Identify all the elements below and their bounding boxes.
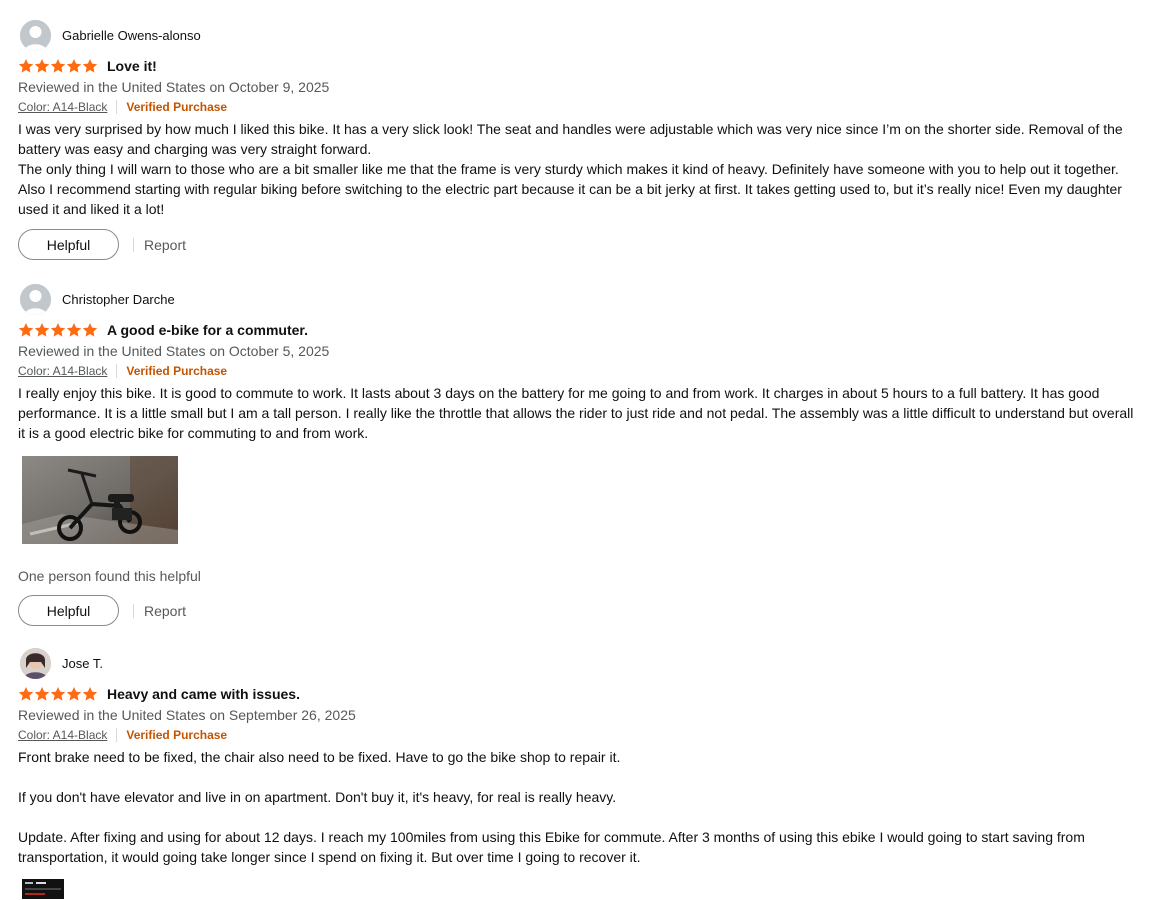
star-filled-icon (34, 323, 50, 337)
review-paragraph: I really enjoy this bike. It is good to … (18, 385, 1134, 441)
star-filled-icon (82, 59, 98, 73)
verified-purchase-badge: Verified Purchase (126, 364, 228, 378)
review-date: Reviewed in the United States on October… (18, 343, 330, 359)
helpful-button[interactable]: Helpful (18, 595, 119, 626)
star-filled-icon (66, 323, 82, 337)
star-rating[interactable] (18, 58, 98, 74)
divider (116, 100, 118, 114)
helpful-count-text: One person found this helpful (18, 568, 201, 584)
review-body: I really enjoy this bike. It is good to … (18, 383, 1143, 443)
review-date: Reviewed in the United States on October… (18, 79, 330, 95)
user-photo-avatar-icon (20, 648, 51, 679)
review-card: Christopher Darche A good e-bike for a c… (18, 284, 1143, 626)
reviewer-name[interactable]: Jose T. (62, 656, 103, 671)
color-variant-link[interactable]: Color: A14-Black (18, 361, 107, 381)
review-card: Jose T. Heavy and came with issues. Revi… (18, 648, 1143, 899)
helpful-button[interactable]: Helpful (18, 229, 119, 260)
report-link[interactable]: Report (144, 237, 186, 253)
review-title[interactable]: Love it! (107, 58, 157, 74)
review-photo-ebike[interactable] (22, 456, 178, 544)
verified-purchase-badge: Verified Purchase (126, 100, 228, 114)
star-filled-icon (82, 687, 98, 701)
default-person-avatar-icon (20, 20, 51, 51)
divider (133, 603, 134, 618)
reviewer-profile[interactable]: Jose T. (18, 648, 1143, 679)
star-filled-icon (34, 687, 50, 701)
default-person-avatar-icon (20, 284, 51, 315)
star-filled-icon (82, 323, 98, 337)
star-filled-icon (50, 323, 66, 337)
review-paragraph: Front brake need to be fixed, the chair … (18, 749, 621, 765)
report-link[interactable]: Report (144, 603, 186, 619)
star-filled-icon (66, 59, 82, 73)
review-body: Front brake need to be fixed, the chair … (18, 747, 1143, 867)
star-filled-icon (66, 687, 82, 701)
star-filled-icon (18, 687, 34, 701)
review-paragraph: The only thing I will warn to those who … (18, 161, 1122, 217)
star-filled-icon (18, 59, 34, 73)
verified-purchase-badge: Verified Purchase (126, 728, 228, 742)
review-paragraph: Update. After fixing and using for about… (18, 829, 1085, 865)
review-date: Reviewed in the United States on Septemb… (18, 707, 356, 723)
review-photo-thumbnail[interactable] (22, 879, 64, 899)
divider (116, 364, 118, 378)
reviewer-name[interactable]: Gabrielle Owens-alonso (62, 28, 201, 43)
color-variant-link[interactable]: Color: A14-Black (18, 97, 107, 117)
star-rating[interactable] (18, 322, 98, 338)
reviewer-profile[interactable]: Gabrielle Owens-alonso (18, 20, 1143, 51)
review-card: Gabrielle Owens-alonso Love it! Reviewed… (18, 20, 1143, 260)
review-title[interactable]: Heavy and came with issues. (107, 686, 300, 702)
review-body: I was very surprised by how much I liked… (18, 119, 1143, 219)
review-paragraph: I was very surprised by how much I liked… (18, 121, 1123, 157)
reviewer-profile[interactable]: Christopher Darche (18, 284, 1143, 315)
reviewer-name[interactable]: Christopher Darche (62, 292, 175, 307)
star-filled-icon (34, 59, 50, 73)
divider (116, 728, 118, 742)
star-filled-icon (18, 323, 34, 337)
star-filled-icon (50, 687, 66, 701)
star-filled-icon (50, 59, 66, 73)
divider (133, 237, 134, 252)
color-variant-link[interactable]: Color: A14-Black (18, 725, 107, 745)
review-title[interactable]: A good e-bike for a commuter. (107, 322, 308, 338)
star-rating[interactable] (18, 686, 98, 702)
review-paragraph: If you don't have elevator and live in o… (18, 789, 617, 805)
